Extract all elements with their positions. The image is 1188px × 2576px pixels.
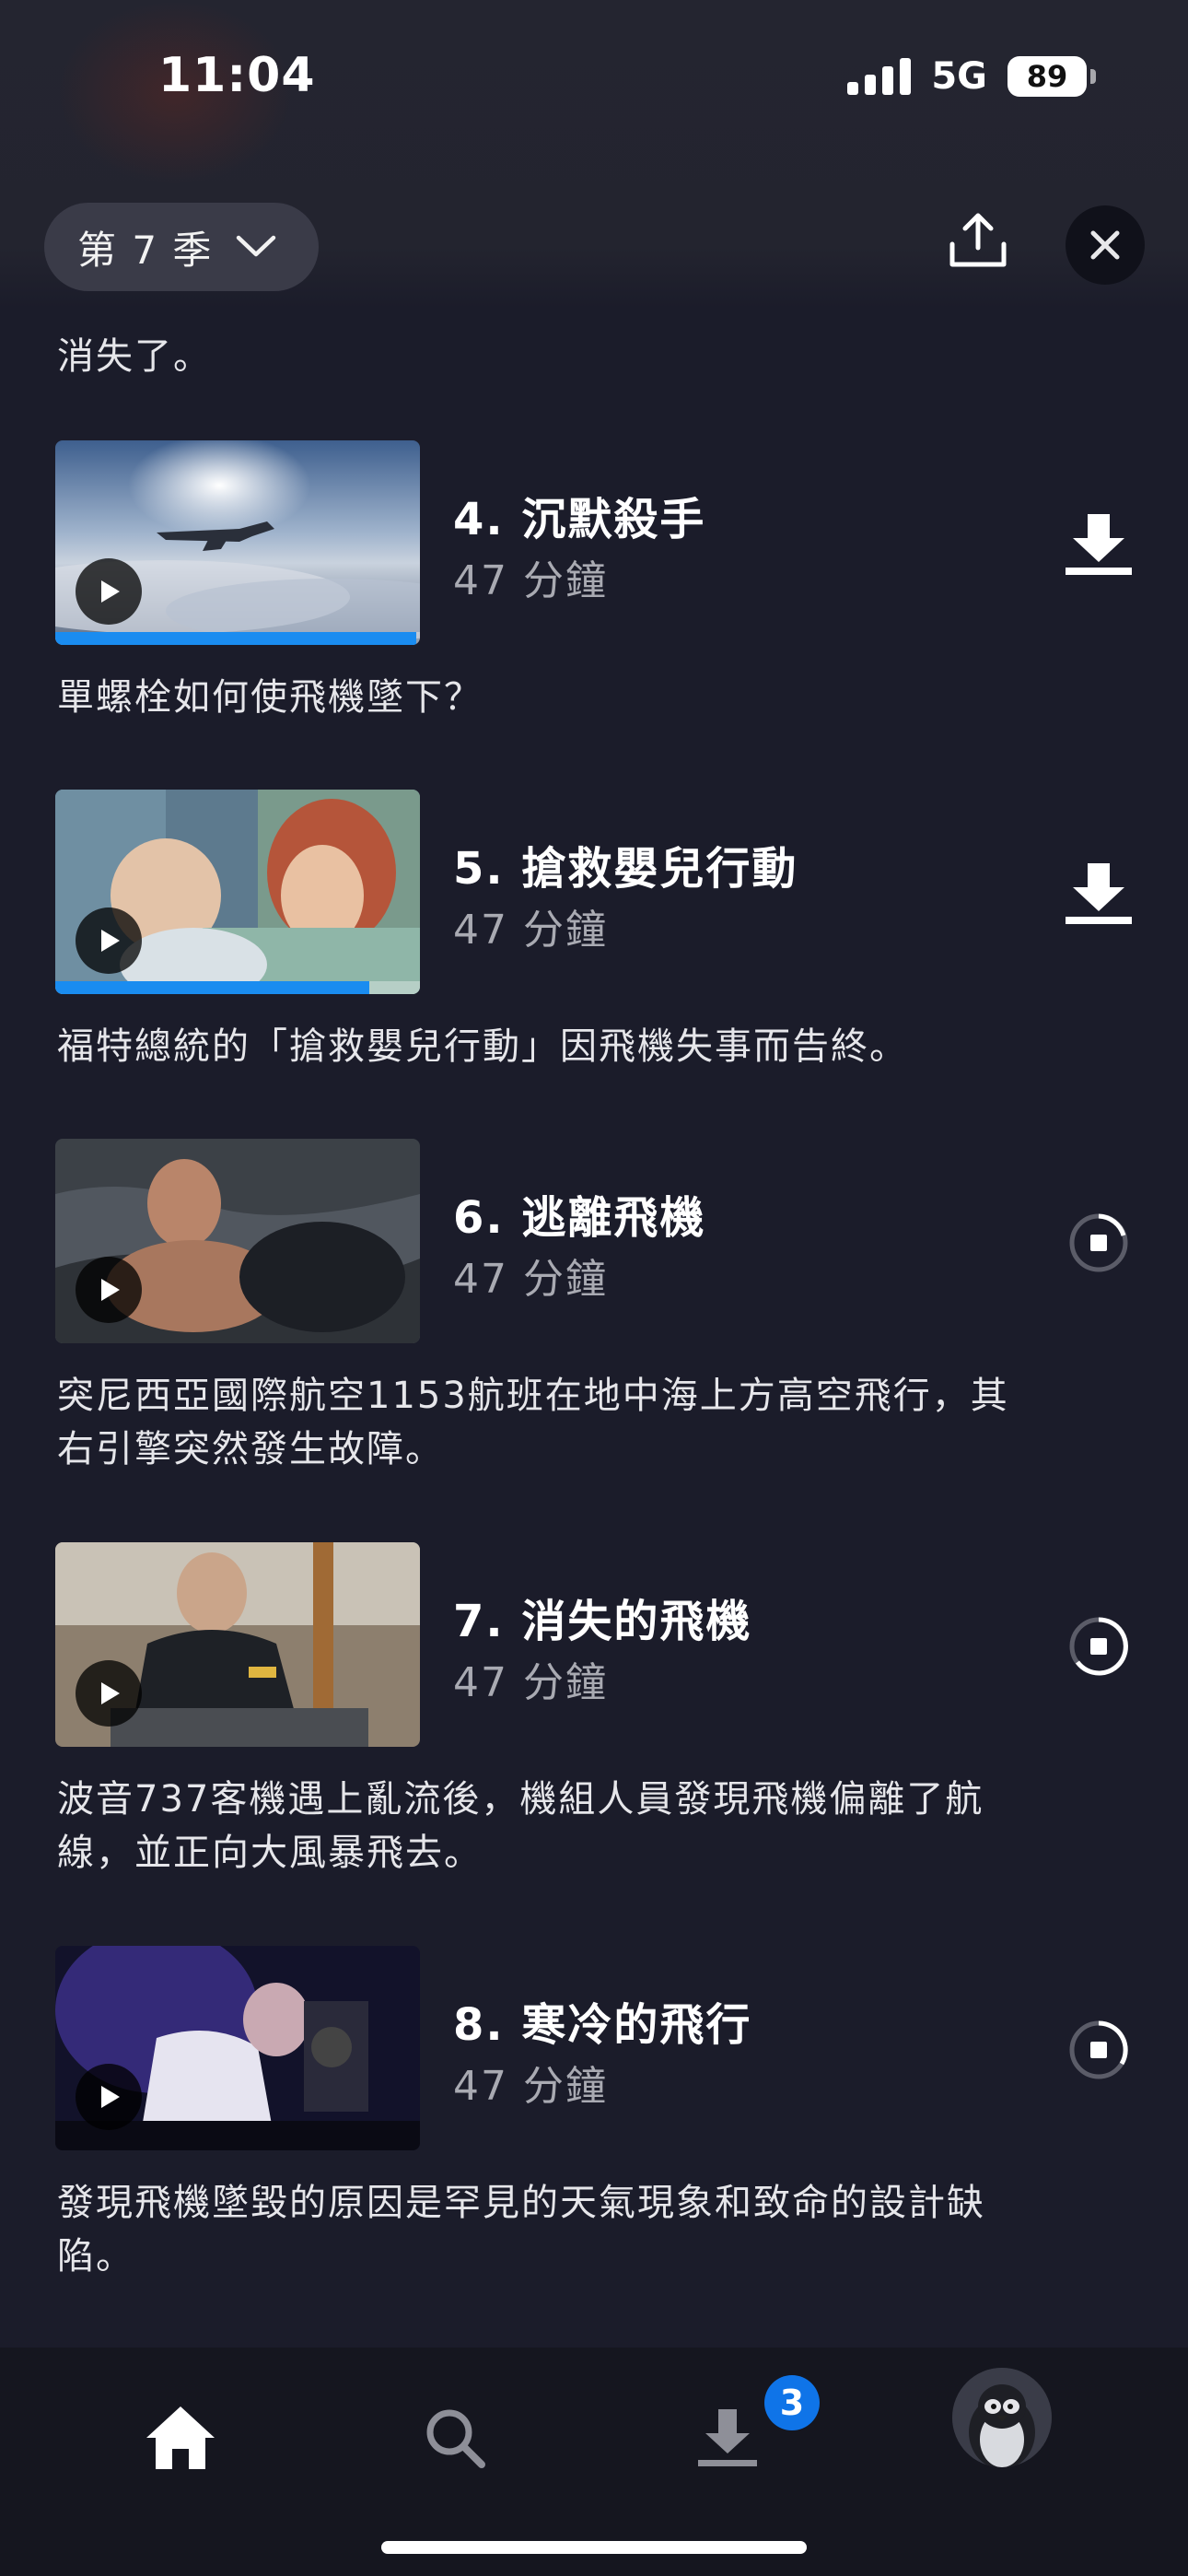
share-button[interactable] [941, 205, 1015, 278]
battery-level: 89 [1026, 59, 1068, 94]
download-status-button[interactable] [1059, 1607, 1138, 1686]
status-time: 11:04 [158, 48, 316, 103]
tab-search[interactable] [400, 2383, 510, 2493]
profile-avatar[interactable] [952, 2368, 1052, 2467]
app-screen: 消失了。 4. 沉默殺手 47 分鐘 單螺栓如何使飛機墜下？ 5. 搶救嬰兒行動… [0, 0, 1188, 2576]
episode-row[interactable]: 7. 消失的飛機 47 分鐘 波音737客機遇上亂流後，機組人員發現飛機偏離了航… [0, 1542, 1188, 1892]
download-icon [1066, 863, 1132, 924]
home-icon [146, 2406, 215, 2469]
download-button[interactable] [1059, 505, 1138, 584]
share-icon [949, 213, 1007, 267]
play-icon [101, 1279, 120, 1301]
download-status-button[interactable] [1059, 2010, 1138, 2090]
play-icon [101, 930, 120, 952]
play-button[interactable] [76, 1257, 142, 1323]
home-indicator[interactable] [381, 2541, 807, 2554]
watch-progress-fill [55, 632, 417, 645]
episode-row[interactable]: 5. 搶救嬰兒行動 47 分鐘 福特總統的「搶救嬰兒行動」因飛機失事而告終。 [0, 790, 1188, 1084]
episode-description: 突尼西亞國際航空1153航班在地中海上方高空飛行，其 右引擎突然發生故障。 [57, 1369, 1135, 1476]
watch-progress-bar [55, 632, 420, 645]
episode-row[interactable]: 4. 沉默殺手 47 分鐘 單螺栓如何使飛機墜下？ [0, 440, 1188, 735]
play-icon [101, 2086, 120, 2108]
description-line: 右引擎突然發生故障。 [57, 1428, 444, 1470]
play-button[interactable] [76, 558, 142, 625]
episode-description: 福特總統的「搶救嬰兒行動」因飛機失事而告終。 [57, 1025, 908, 1068]
episode-row[interactable]: 6. 逃離飛機 47 分鐘 突尼西亞國際航空1153航班在地中海上方高空飛行，其… [0, 1139, 1188, 1489]
download-icon [1066, 514, 1132, 575]
signal-icon [847, 58, 912, 95]
episode-duration: 47 分鐘 [453, 1659, 608, 1706]
episode-title[interactable]: 5. 搶救嬰兒行動 [453, 832, 798, 896]
watch-progress-bar [55, 981, 420, 994]
downloads-icon [698, 2409, 757, 2466]
tab-home[interactable] [125, 2383, 236, 2493]
episode-duration: 47 分鐘 [453, 557, 608, 604]
episode-row[interactable]: 8. 寒冷的飛行 47 分鐘 發現飛機墜毀的原因是罕見的天氣現象和致命的設計缺 … [0, 1946, 1188, 2296]
episode-thumbnail[interactable] [55, 1139, 420, 1343]
episode-thumbnail[interactable] [55, 440, 420, 645]
header: 11:04 5G 89 第 7 季 [0, 0, 1188, 309]
download-button[interactable] [1059, 854, 1138, 933]
episode-title[interactable]: 7. 消失的飛機 [453, 1585, 751, 1649]
play-icon [101, 1682, 120, 1704]
close-button[interactable] [1066, 205, 1145, 285]
status-indicators: 5G 89 [847, 55, 1096, 98]
episode-thumbnail[interactable] [55, 790, 420, 994]
play-button[interactable] [76, 2064, 142, 2130]
episode-duration: 47 分鐘 [453, 2063, 608, 2110]
episode-title[interactable]: 6. 逃離飛機 [453, 1181, 705, 1246]
download-progress-icon [1069, 2020, 1128, 2079]
download-progress-icon [1069, 1617, 1128, 1676]
watch-progress-fill [55, 981, 369, 994]
play-button[interactable] [76, 1660, 142, 1727]
episode-description: 波音737客機遇上亂流後，機組人員發現飛機偏離了航 線，並正向大風暴飛去。 [57, 1773, 1135, 1879]
episode-thumbnail[interactable] [55, 1946, 420, 2150]
play-button[interactable] [76, 907, 142, 974]
episode-thumbnail[interactable] [55, 1542, 420, 1747]
search-icon [426, 2409, 485, 2468]
episode-description: 發現飛機墜毀的原因是罕見的天氣現象和致命的設計缺 陷。 [57, 2176, 1135, 2283]
season-label: 第 7 季 [77, 227, 214, 273]
episode-title[interactable]: 8. 寒冷的飛行 [453, 1988, 751, 2053]
description-line: 波音737客機遇上亂流後，機組人員發現飛機偏離了航 [57, 1778, 984, 1821]
download-progress-icon [1069, 1213, 1128, 1272]
description-line: 突尼西亞國際航空1153航班在地中海上方高空飛行，其 [57, 1375, 1009, 1417]
description-line: 發現飛機墜毀的原因是罕見的天氣現象和致命的設計缺 [57, 2182, 985, 2224]
penguin-avatar-icon [952, 2368, 1052, 2467]
close-icon [1090, 230, 1120, 260]
description-line: 陷。 [57, 2235, 134, 2277]
download-status-button[interactable] [1059, 1203, 1138, 1282]
play-icon [101, 580, 120, 603]
episode-title[interactable]: 4. 沉默殺手 [453, 483, 705, 547]
chevron-down-icon [237, 235, 276, 257]
network-type: 5G [931, 55, 987, 98]
episode-duration: 47 分鐘 [453, 907, 608, 954]
description-line: 線，並正向大風暴飛去。 [57, 1832, 483, 1874]
episode-duration: 47 分鐘 [453, 1256, 608, 1303]
season-selector[interactable]: 第 7 季 [44, 203, 319, 291]
episode-description: 單螺栓如何使飛機墜下？ [57, 676, 483, 719]
battery-icon: 89 [1007, 56, 1096, 97]
downloads-badge: 3 [764, 2375, 820, 2430]
previous-description-text: 消失了。 [57, 335, 212, 378]
